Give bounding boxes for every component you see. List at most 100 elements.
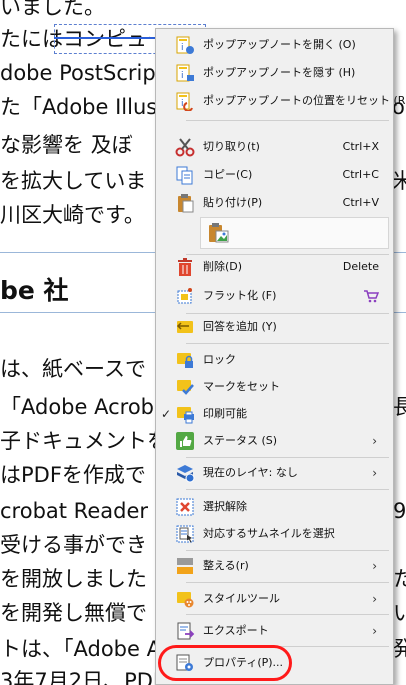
cart-icon — [363, 288, 380, 304]
menu-item-arrange[interactable]: 整える(r) › — [158, 553, 389, 579]
document-line-fragment: た — [393, 567, 406, 591]
export-icon — [175, 621, 195, 641]
menu-item-label: ポップアップノートを隠す (H) — [203, 66, 356, 79]
menu-separator — [186, 343, 389, 344]
trash-icon — [175, 257, 195, 277]
submenu-arrow-icon: › — [372, 466, 377, 480]
menu-item-export[interactable]: エクスポート › — [158, 618, 389, 644]
menu-item-label: スタイルツール — [203, 592, 280, 605]
menu-item-shortcut: Delete — [342, 260, 379, 273]
document-line-fragment: 発 — [393, 637, 406, 661]
menu-item-printable[interactable]: ✓ 印刷可能 — [158, 401, 389, 427]
submenu-arrow-icon: › — [372, 434, 377, 448]
menu-item-flatten[interactable]: フラット化 (F) — [158, 283, 389, 309]
menu-item-style-tools[interactable]: スタイルツール › — [158, 586, 389, 612]
document-line: dobe PostScrip — [0, 61, 156, 85]
menu-item-deselect[interactable]: 選択解除 — [158, 494, 389, 520]
svg-text:i: i — [181, 99, 184, 109]
menu-item-current-layer[interactable]: 現在のレイヤ: なし › — [158, 460, 389, 486]
document-line: 3年7月2日、PDF — [0, 669, 165, 685]
menu-item-label: 選択解除 — [203, 500, 247, 513]
menu-item-paste[interactable]: 貼り付け(P) Ctrl+V — [158, 190, 389, 216]
reset-popup-note-position-icon: i — [175, 91, 195, 112]
menu-item-copy[interactable]: コピー(C) Ctrl+C — [158, 162, 389, 188]
menu-item-label: エクスポート — [203, 624, 269, 637]
svg-text:i: i — [181, 43, 184, 53]
reply-icon — [175, 317, 195, 337]
document-line-fragment: 米 — [392, 169, 406, 193]
menu-item-open-popup-note[interactable]: i ポップアップノートを開く (O) — [158, 32, 389, 58]
context-menu: i ポップアップノートを開く (O) i ポップアップノートを隠す (H) i … — [155, 28, 406, 685]
layer-icon — [175, 463, 195, 483]
section-heading: be 社 — [0, 276, 69, 305]
menu-item-hide-popup-note[interactable]: i ポップアップノートを隠す (H) — [158, 60, 389, 86]
paste-preview-box[interactable] — [200, 217, 389, 249]
document-line: た「Adobe Illustr — [0, 95, 175, 119]
document-line: は、紙ベースで — [0, 357, 146, 381]
style-tools-icon — [175, 589, 195, 609]
document-line: 受ける事ができ — [0, 533, 147, 557]
menu-item-label: 印刷可能 — [203, 407, 247, 420]
document-line: crobat Reader — [0, 499, 148, 523]
document-line: 子ドキュメントを — [0, 429, 168, 453]
menu-item-label: 整える(r) — [203, 559, 249, 572]
set-mark-icon — [175, 377, 195, 397]
document-line: な影響を 及ぼ — [0, 133, 133, 157]
document-line: を開放しました — [0, 567, 147, 591]
menu-item-label: フラット化 (F) — [203, 289, 277, 302]
arrange-icon — [175, 556, 195, 576]
menu-item-label: 現在のレイヤ: なし — [203, 466, 298, 479]
submenu-arrow-icon: › — [372, 592, 377, 606]
menu-item-label: ステータス (S) — [203, 434, 278, 447]
menu-item-delete[interactable]: 削除(D) Delete — [158, 254, 389, 280]
submenu-arrow-icon: › — [372, 559, 377, 573]
menu-item-label: 切り取り(t) — [203, 140, 260, 153]
paste-image-icon — [207, 222, 229, 244]
document-line: 川区大崎です。 — [0, 203, 145, 227]
hide-popup-note-icon: i — [175, 63, 195, 83]
menu-item-shortcut: Ctrl+C — [342, 168, 379, 181]
menu-item-label: 削除(D) — [203, 260, 243, 273]
select-thumbnail-icon — [175, 524, 195, 544]
menu-item-label: マークをセット — [203, 380, 280, 393]
menu-item-label: ポップアップノートを開く (O) — [203, 38, 356, 51]
menu-item-shortcut: Ctrl+X — [342, 140, 379, 153]
document-line: はPDFを作成で — [0, 463, 146, 487]
menu-item-label: ロック — [203, 353, 236, 366]
menu-item-label: ポップアップノートの位置をリセット (R) — [203, 94, 406, 107]
lock-note-icon — [175, 350, 195, 370]
menu-item-set-mark[interactable]: マークをセット — [158, 374, 389, 400]
menu-separator — [186, 489, 389, 490]
menu-item-status[interactable]: ステータス (S) › — [158, 428, 389, 454]
flatten-icon — [175, 286, 195, 306]
copy-icon — [175, 165, 195, 185]
menu-item-reset-popup-note-position[interactable]: i ポップアップノートの位置をリセット (R) — [158, 88, 406, 114]
menu-item-cut[interactable]: 切り取り(t) Ctrl+X — [158, 134, 389, 160]
menu-item-label: コピー(C) — [203, 168, 253, 181]
document-line-fragment: い — [393, 601, 406, 625]
document-line: いました。 — [0, 0, 105, 19]
deselect-icon — [175, 497, 195, 517]
printable-icon — [175, 404, 195, 424]
menu-item-select-thumbnail[interactable]: 対応するサムネイルを選択 — [158, 521, 389, 547]
menu-item-add-reply[interactable]: 回答を追加 (Y) — [158, 314, 389, 340]
menu-item-lock[interactable]: ロック — [158, 347, 389, 373]
menu-separator — [186, 550, 389, 551]
highlight-circle-annotation — [158, 645, 292, 681]
svg-text:i: i — [181, 71, 184, 81]
menu-separator — [186, 614, 389, 615]
document-line: を開発し無償で — [0, 601, 147, 625]
scissors-icon — [175, 137, 195, 157]
menu-item-label: 対応するサムネイルを選択 — [203, 527, 335, 540]
document-line: トは、「Adobe A — [0, 637, 161, 661]
menu-separator — [186, 582, 389, 583]
menu-item-label: 貼り付け(P) — [203, 196, 263, 209]
menu-separator — [186, 457, 389, 458]
open-popup-note-icon: i — [175, 35, 195, 55]
document-line: を拡大していま — [0, 169, 147, 193]
submenu-arrow-icon: › — [372, 624, 377, 638]
status-thumbs-up-icon — [175, 431, 195, 451]
menu-separator — [186, 120, 389, 121]
checkmark-icon: ✓ — [161, 407, 172, 421]
menu-item-shortcut: Ctrl+V — [342, 196, 379, 209]
